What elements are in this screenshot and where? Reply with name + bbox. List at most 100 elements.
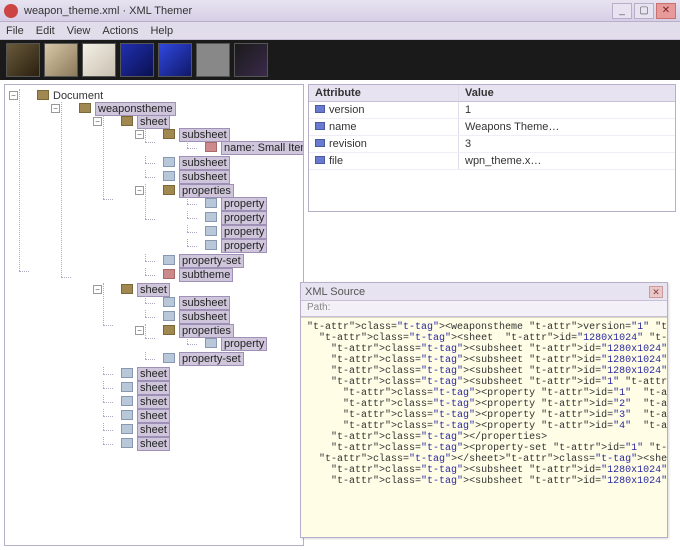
xml-panel-close-button[interactable]: ✕ — [649, 286, 663, 298]
tree-node-label[interactable]: sheet — [137, 381, 170, 395]
xml-line[interactable]: "t-attr">class="t-tag"><sheet "t-attr">i… — [307, 333, 661, 344]
expander-icon[interactable]: − — [135, 130, 144, 139]
xml-panel-title: XML Source — [305, 286, 365, 298]
folder-icon — [163, 129, 175, 139]
xml-line[interactable]: "t-attr">class="t-tag"></sheet>"t-attr">… — [307, 454, 661, 465]
tree-node-label[interactable]: subtheme — [179, 268, 233, 282]
xml-panel-titlebar[interactable]: XML Source ✕ — [301, 283, 667, 301]
thumbnail-2[interactable] — [82, 43, 116, 77]
tree-node-label[interactable]: sheet — [137, 437, 170, 451]
expander-icon[interactable]: − — [51, 104, 60, 113]
document-icon — [121, 438, 133, 448]
tree-node-label[interactable]: properties — [179, 184, 234, 198]
thumbnail-5[interactable] — [196, 43, 230, 77]
expander-icon[interactable]: − — [135, 326, 144, 335]
attribute-row[interactable]: revision3 — [309, 136, 675, 153]
thumbnail-1[interactable] — [44, 43, 78, 77]
thumbnail-toolbar — [0, 40, 680, 80]
document-icon — [121, 410, 133, 420]
thumbnail-3[interactable] — [120, 43, 154, 77]
attribute-value[interactable]: Weapons Theme… — [459, 119, 675, 135]
document-icon — [205, 338, 217, 348]
tree-node-label[interactable]: property-set — [179, 254, 244, 268]
expander-icon[interactable]: − — [93, 117, 102, 126]
xml-line[interactable]: "t-attr">class="t-tag"><weaponstheme "t-… — [307, 322, 661, 333]
tree-node-label[interactable]: subsheet — [179, 128, 230, 142]
folder-icon — [79, 103, 91, 113]
tree-node-label[interactable]: property — [221, 225, 267, 239]
tree-node-label[interactable]: properties — [179, 324, 234, 338]
tree-root-label[interactable]: Document — [53, 90, 103, 102]
attribute-name: version — [329, 104, 364, 116]
folder-icon — [37, 90, 49, 100]
tree-node-label[interactable]: name: Small Items — [221, 141, 304, 155]
thumbnail-0[interactable] — [6, 43, 40, 77]
xml-line[interactable]: "t-attr">class="t-tag"><property "t-attr… — [307, 410, 661, 421]
tree-node-label[interactable]: sheet — [137, 409, 170, 423]
attr-head-name: Attribute — [309, 85, 459, 101]
document-icon — [121, 396, 133, 406]
tree-panel[interactable]: −Document−weaponstheme−sheet−subsheetnam… — [4, 84, 304, 546]
expander-icon[interactable]: − — [135, 186, 144, 195]
xml-panel-subheader: Path: — [301, 301, 667, 317]
folder-icon — [121, 116, 133, 126]
menu-item-file[interactable]: File — [6, 25, 24, 37]
tree-node-label[interactable]: property — [221, 337, 267, 351]
thumbnail-6[interactable] — [234, 43, 268, 77]
document-icon — [163, 255, 175, 265]
attributes-panel[interactable]: Attribute Value version1nameWeapons Them… — [308, 84, 676, 212]
tree-node-label[interactable]: sheet — [137, 283, 170, 297]
xml-line[interactable]: "t-attr">class="t-tag"></properties> — [307, 432, 661, 443]
attribute-value[interactable]: wpn_theme.x… — [459, 153, 675, 169]
xml-line[interactable]: "t-attr">class="t-tag"><subsheet "t-attr… — [307, 476, 661, 487]
window-title: weapon_theme.xml · XML Themer — [24, 5, 610, 17]
menubar: File Edit View Actions Help — [0, 22, 680, 40]
attribute-name: name — [329, 121, 357, 133]
tree-node-label[interactable]: sheet — [137, 115, 170, 129]
attribute-value[interactable]: 1 — [459, 102, 675, 118]
tree-node-label[interactable]: property-set — [179, 352, 244, 366]
folder-icon — [163, 325, 175, 335]
menu-item-view[interactable]: View — [67, 25, 91, 37]
tree-node-label[interactable]: sheet — [137, 423, 170, 437]
expander-icon[interactable]: − — [9, 91, 18, 100]
app-icon — [4, 4, 18, 18]
tree-node-label[interactable]: subsheet — [179, 156, 230, 170]
attribute-value[interactable]: 3 — [459, 136, 675, 152]
close-button[interactable]: ✕ — [656, 3, 676, 19]
menu-item-actions[interactable]: Actions — [102, 25, 138, 37]
document-icon — [163, 297, 175, 307]
tree-node-label[interactable]: subsheet — [179, 310, 230, 324]
expander-icon[interactable]: − — [93, 285, 102, 294]
tree-node-label[interactable]: property — [221, 239, 267, 253]
attribute-row[interactable]: version 1 — [309, 102, 675, 119]
xml-line[interactable]: "t-attr">class="t-tag"><subsheet "t-attr… — [307, 344, 661, 355]
tree-node-label[interactable]: property — [221, 197, 267, 211]
tree-node-label[interactable]: weaponstheme — [95, 102, 176, 116]
tree-node-label[interactable]: subsheet — [179, 296, 230, 310]
xml-line[interactable]: "t-attr">class="t-tag"><property-set "t-… — [307, 443, 661, 454]
xml-source-panel[interactable]: XML Source ✕ Path: "t-attr">class="t-tag… — [300, 282, 668, 538]
document-icon — [205, 198, 217, 208]
xml-line[interactable]: "t-attr">class="t-tag"><property "t-attr… — [307, 421, 661, 432]
xml-line[interactable]: "t-attr">class="t-tag"><property "t-attr… — [307, 388, 661, 399]
tree-node-label[interactable]: property — [221, 211, 267, 225]
xml-line[interactable]: "t-attr">class="t-tag"><subsheet "t-attr… — [307, 465, 661, 476]
thumbnail-4[interactable] — [158, 43, 192, 77]
xml-line[interactable]: "t-attr">class="t-tag"><subsheet "t-attr… — [307, 355, 661, 366]
minimize-button[interactable]: _ — [612, 3, 632, 19]
xml-source-body[interactable]: "t-attr">class="t-tag"><weaponstheme "t-… — [301, 317, 667, 537]
attribute-row[interactable]: file wpn_theme.x… — [309, 153, 675, 170]
document-icon — [163, 157, 175, 167]
menu-item-edit[interactable]: Edit — [36, 25, 55, 37]
xml-line[interactable]: "t-attr">class="t-tag"><subsheet "t-attr… — [307, 377, 661, 388]
maximize-button[interactable]: ▢ — [634, 3, 654, 19]
xml-line[interactable]: "t-attr">class="t-tag"><property "t-attr… — [307, 399, 661, 410]
tree-node-label[interactable]: subsheet — [179, 170, 230, 184]
tree-node-label[interactable]: sheet — [137, 367, 170, 381]
attribute-row[interactable]: name Weapons Theme… — [309, 119, 675, 136]
tree-node-label[interactable]: sheet — [137, 395, 170, 409]
xml-line[interactable]: "t-attr">class="t-tag"><subsheet "t-attr… — [307, 366, 661, 377]
attribute-name: file — [329, 155, 343, 167]
menu-item-help[interactable]: Help — [150, 25, 173, 37]
